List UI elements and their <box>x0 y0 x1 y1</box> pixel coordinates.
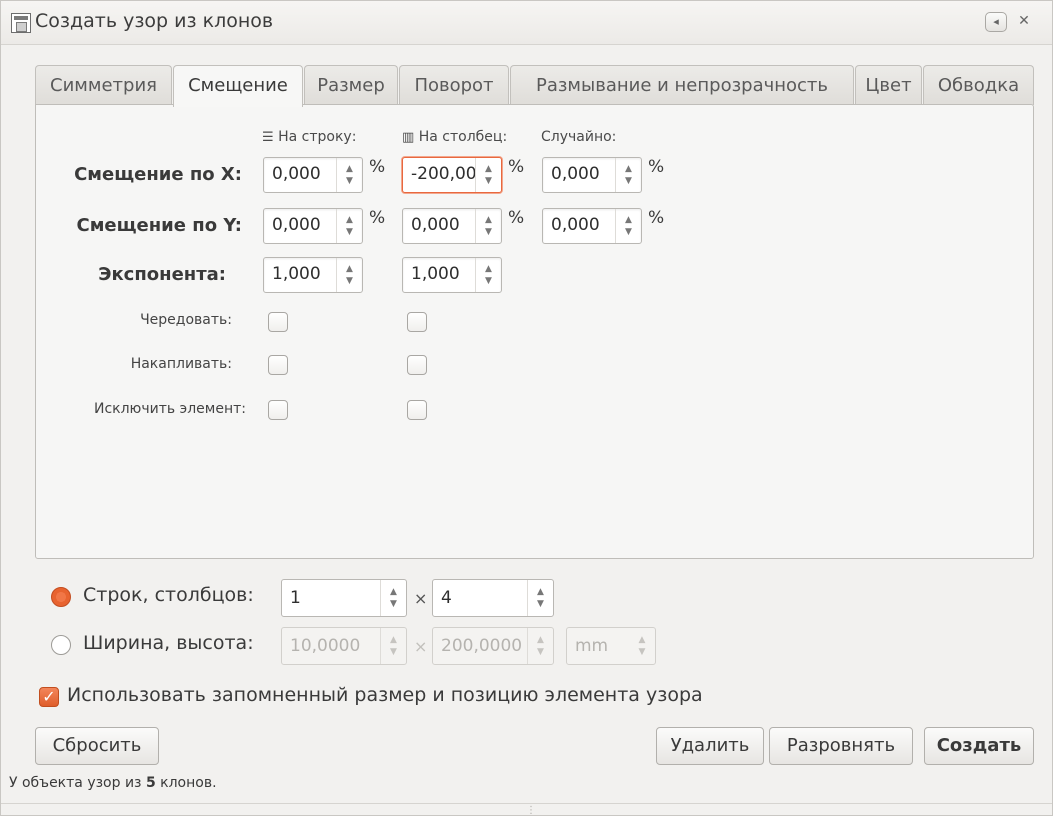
width-height-label: Ширина, высота: <box>83 632 254 654</box>
percent-unit: % <box>369 208 386 228</box>
cumulate-label: Накапливать: <box>130 356 232 372</box>
exclude-per-row-checkbox[interactable] <box>268 400 288 420</box>
rows-cols-radio[interactable] <box>51 587 71 607</box>
title-bar: Создать узор из клонов ◂ ✕ <box>1 1 1052 45</box>
percent-unit: % <box>648 157 665 177</box>
spin-arrows-icon[interactable]: ▲ ▼ <box>336 158 362 192</box>
alternate-per-row-checkbox[interactable] <box>268 312 288 332</box>
shift-x-label: Смещение по X: <box>74 164 242 185</box>
unit-select[interactable]: mm ▲ ▼ <box>566 627 656 665</box>
spin-arrows-icon[interactable]: ▲ ▼ <box>336 258 362 292</box>
remove-button[interactable]: Удалить <box>656 727 764 765</box>
percent-unit: % <box>369 157 386 177</box>
spin-arrows-icon[interactable]: ▲ ▼ <box>527 628 553 664</box>
window-title: Создать узор из клонов <box>35 10 274 32</box>
shift-x-per-row-input[interactable]: 0,000 ▲ ▼ <box>263 157 363 193</box>
tab-color[interactable]: Цвет <box>855 65 922 105</box>
shift-y-label: Смещение по Y: <box>76 215 243 236</box>
spin-arrows-icon[interactable]: ▲ ▼ <box>380 580 406 616</box>
cumulate-per-column-checkbox[interactable] <box>407 355 427 375</box>
spin-arrows-icon[interactable]: ▲ ▼ <box>475 158 501 192</box>
tab-symmetry[interactable]: Симметрия <box>35 65 172 105</box>
clone-count: 5 <box>145 775 156 791</box>
times-sign: × <box>414 637 428 656</box>
resize-grip-icon[interactable]: ⋮ <box>526 805 536 816</box>
tab-shift[interactable]: Смещение <box>173 65 303 107</box>
spin-arrows-icon[interactable]: ▲ ▼ <box>475 258 501 292</box>
shift-x-per-column-input[interactable]: -200,00 ▲ ▼ <box>402 157 502 193</box>
percent-unit: % <box>648 208 665 228</box>
spin-arrows-icon[interactable]: ▲ ▼ <box>615 158 641 192</box>
tab-scale[interactable]: Размер <box>304 65 398 105</box>
exponent-label: Экспонента: <box>98 264 226 285</box>
spin-arrows-icon[interactable]: ▲ ▼ <box>336 209 362 243</box>
status-text: У объекта узор из 5 клонов. <box>9 775 217 791</box>
shift-panel: ☰ На строку: ▥ На столбец: Случайно: Сме… <box>35 104 1034 559</box>
spin-arrows-icon[interactable]: ▲ ▼ <box>629 628 655 664</box>
spin-arrows-icon[interactable]: ▲ ▼ <box>527 580 553 616</box>
reset-button[interactable]: Сбросить <box>35 727 159 765</box>
height-input[interactable]: 200,0000 ▲ ▼ <box>432 627 554 665</box>
create-button[interactable]: Создать <box>924 727 1034 765</box>
per-column-header: ▥ На столбец: <box>402 129 508 145</box>
spin-arrows-icon[interactable]: ▲ ▼ <box>615 209 641 243</box>
alternate-per-column-checkbox[interactable] <box>407 312 427 332</box>
shift-y-random-input[interactable]: 0,000 ▲ ▼ <box>542 208 642 244</box>
spin-arrows-icon[interactable]: ▲ ▼ <box>380 628 406 664</box>
exclude-per-column-checkbox[interactable] <box>407 400 427 420</box>
columns-icon: ▥ <box>402 130 415 145</box>
shift-x-random-input[interactable]: 0,000 ▲ ▼ <box>542 157 642 193</box>
rows-input[interactable]: 1 ▲ ▼ <box>281 579 407 617</box>
rows-cols-label: Строк, столбцов: <box>83 584 254 606</box>
shift-y-per-row-input[interactable]: 0,000 ▲ ▼ <box>263 208 363 244</box>
collapse-icon[interactable]: ◂ <box>985 12 1007 32</box>
exponent-per-column-input[interactable]: 1,000 ▲ ▼ <box>402 257 502 293</box>
rows-icon: ☰ <box>262 130 274 145</box>
tab-rotation[interactable]: Поворот <box>399 65 509 105</box>
percent-unit: % <box>508 208 525 228</box>
width-input[interactable]: 10,0000 ▲ ▼ <box>281 627 407 665</box>
bottom-divider <box>1 803 1052 804</box>
close-icon[interactable]: ✕ <box>1013 12 1035 32</box>
clone-tiler-window: Создать узор из клонов ◂ ✕ Симметрия Сме… <box>0 0 1053 816</box>
dialog-icon <box>11 13 31 33</box>
unclump-button[interactable]: Разровнять <box>769 727 913 765</box>
random-header: Случайно: <box>541 129 617 145</box>
cumulate-per-row-checkbox[interactable] <box>268 355 288 375</box>
spin-arrows-icon[interactable]: ▲ ▼ <box>475 209 501 243</box>
percent-unit: % <box>508 157 525 177</box>
width-height-radio[interactable] <box>51 635 71 655</box>
remember-checkbox[interactable]: ✓ <box>39 687 59 707</box>
tab-stroke[interactable]: Обводка <box>923 65 1034 105</box>
alternate-label: Чередовать: <box>140 312 232 328</box>
per-row-header: ☰ На строку: <box>262 129 357 145</box>
exclude-tile-label: Исключить элемент: <box>93 401 246 417</box>
shift-y-per-column-input[interactable]: 0,000 ▲ ▼ <box>402 208 502 244</box>
remember-label: Использовать запомненный размер и позици… <box>67 684 703 706</box>
tab-blur-opacity[interactable]: Размывание и непрозрачность <box>510 65 854 105</box>
exponent-per-row-input[interactable]: 1,000 ▲ ▼ <box>263 257 363 293</box>
cols-input[interactable]: 4 ▲ ▼ <box>432 579 554 617</box>
times-sign: × <box>414 589 428 608</box>
